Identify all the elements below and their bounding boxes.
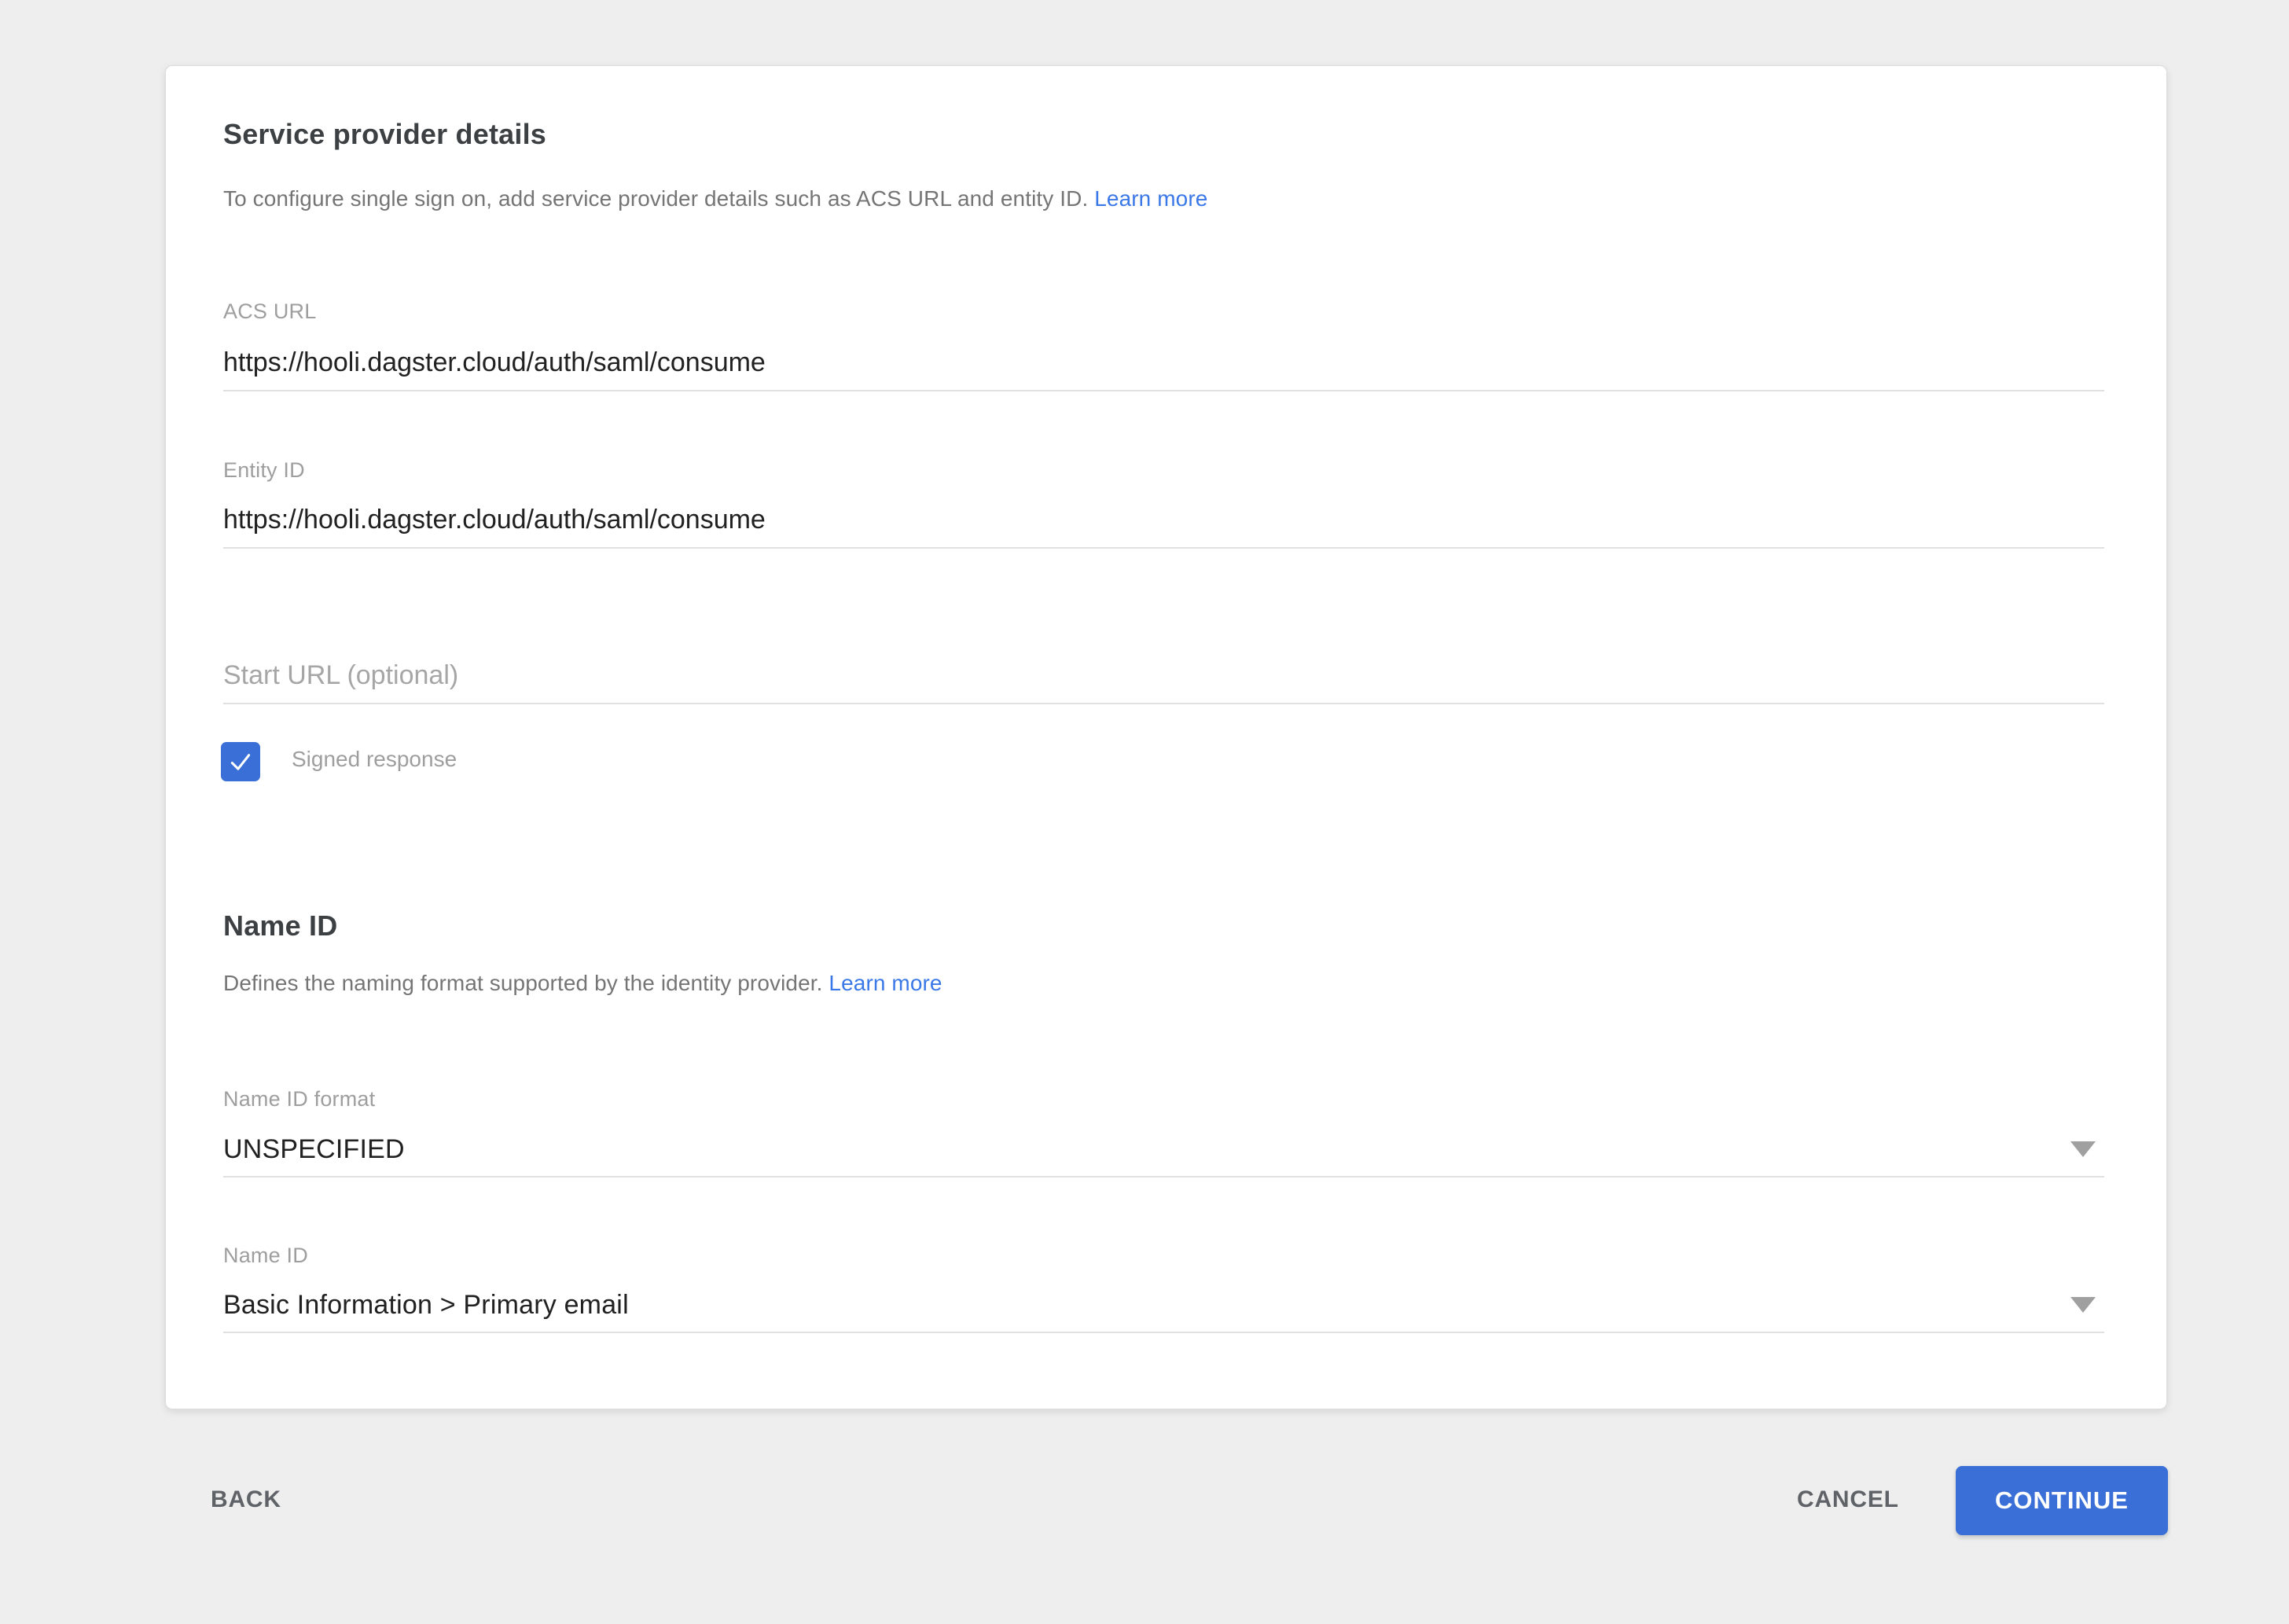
continue-button[interactable]: CONTINUE xyxy=(1956,1466,2168,1535)
service-provider-learn-more-link[interactable]: Learn more xyxy=(1094,186,1207,211)
chevron-down-icon xyxy=(2070,1297,2096,1313)
acs-url-input[interactable] xyxy=(223,343,2104,391)
entity-id-label: Entity ID xyxy=(223,458,2104,483)
service-provider-description: To configure single sign on, add service… xyxy=(223,186,2104,211)
back-button[interactable]: BACK xyxy=(211,1465,281,1534)
name-id-select[interactable]: Basic Information > Primary email xyxy=(223,1284,2104,1333)
entity-id-input[interactable] xyxy=(223,500,2104,549)
chevron-down-icon xyxy=(2070,1141,2096,1157)
name-id-format-value: UNSPECIFIED xyxy=(223,1134,405,1165)
name-id-format-label: Name ID format xyxy=(223,1087,2104,1111)
service-provider-details-title: Service provider details xyxy=(223,118,2104,151)
acs-url-label: ACS URL xyxy=(223,299,2104,324)
name-id-description-text: Defines the naming format supported by t… xyxy=(223,971,823,995)
start-url-input[interactable] xyxy=(223,656,2104,704)
signed-response-checkbox[interactable] xyxy=(221,742,260,781)
checkmark-icon xyxy=(226,747,255,777)
service-provider-description-text: To configure single sign on, add service… xyxy=(223,186,1088,211)
sso-setup-page: Service provider details To configure si… xyxy=(0,0,2289,1624)
service-provider-details-card: Service provider details To configure si… xyxy=(165,65,2167,1409)
signed-response-label: Signed response xyxy=(292,747,457,772)
name-id-value: Basic Information > Primary email xyxy=(223,1290,629,1321)
cancel-button[interactable]: CANCEL xyxy=(1797,1465,1899,1534)
name-id-section-title: Name ID xyxy=(223,909,2104,942)
name-id-format-select[interactable]: UNSPECIFIED xyxy=(223,1129,2104,1178)
name-id-label: Name ID xyxy=(223,1244,2104,1268)
name-id-learn-more-link[interactable]: Learn more xyxy=(829,971,942,995)
name-id-description: Defines the naming format supported by t… xyxy=(223,971,2104,996)
